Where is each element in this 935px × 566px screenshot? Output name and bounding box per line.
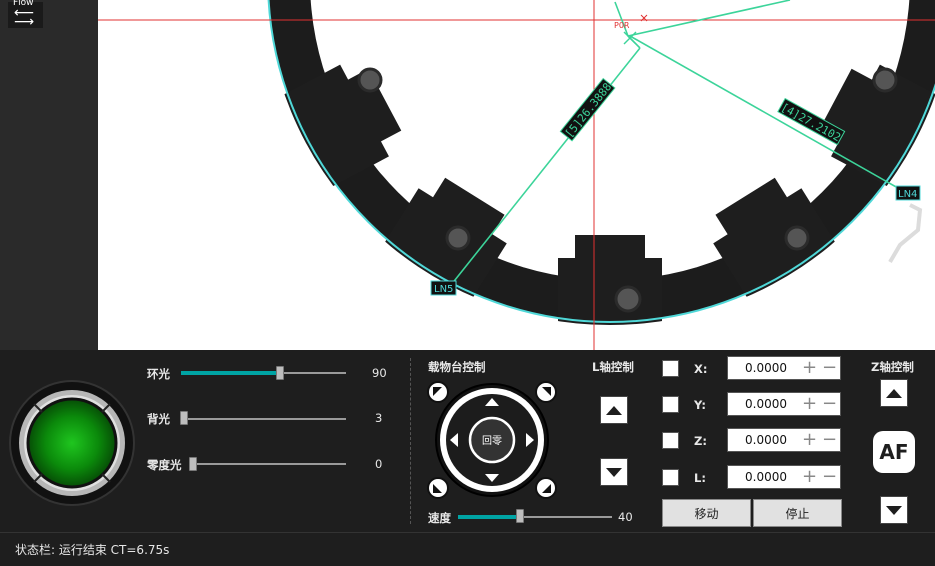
camera-viewer[interactable]: P0R [5]26.3888 [4]27.2102 LN5 LN4 Flow ⟵… bbox=[0, 0, 935, 350]
l-axis-input[interactable]: 0.0000 + − bbox=[727, 465, 841, 489]
ring-light-thumb[interactable] bbox=[276, 366, 284, 380]
stage-dpad[interactable]: 回零 bbox=[427, 378, 559, 502]
x-increment-button[interactable]: + bbox=[802, 357, 817, 379]
autofocus-button[interactable]: AF bbox=[873, 431, 915, 473]
ring-light-fill bbox=[181, 371, 280, 375]
l-axis-checkbox[interactable] bbox=[662, 469, 679, 486]
move-button[interactable]: 移动 bbox=[662, 499, 751, 527]
y-axis-input[interactable]: 0.0000 + − bbox=[727, 392, 841, 416]
ring-light-label: 环光 bbox=[147, 367, 170, 381]
zero-light-slider[interactable] bbox=[193, 463, 346, 465]
z-axis-value: 0.0000 bbox=[745, 433, 787, 447]
left-side-panel bbox=[0, 0, 98, 350]
stage-control-title: 载物台控制 bbox=[428, 360, 486, 374]
panel-divider bbox=[410, 358, 411, 524]
y-increment-button[interactable]: + bbox=[802, 393, 817, 415]
z-axis-down-button[interactable] bbox=[880, 496, 908, 524]
l-axis-title: L轴控制 bbox=[592, 360, 634, 374]
x-axis-checkbox[interactable] bbox=[662, 360, 679, 377]
back-light-thumb[interactable] bbox=[180, 411, 188, 425]
swap-arrows-icon: ⟵ ⟶ bbox=[14, 5, 35, 30]
status-bar: 状态栏: 运行结束 CT=6.75s bbox=[0, 532, 935, 566]
l-axis-down-button[interactable] bbox=[600, 458, 628, 486]
x-axis-value: 0.0000 bbox=[745, 361, 787, 375]
z-axis-checkbox[interactable] bbox=[662, 432, 679, 449]
arrow-down-icon bbox=[886, 505, 902, 515]
x-decrement-button[interactable]: − bbox=[822, 357, 837, 379]
z-axis-input[interactable]: 0.0000 + − bbox=[727, 428, 841, 452]
x-axis-label: X: bbox=[694, 362, 708, 376]
light-indicator bbox=[9, 380, 135, 506]
zero-light-label: 零度光 bbox=[147, 458, 182, 472]
z-decrement-button[interactable]: − bbox=[822, 429, 837, 451]
x-axis-input[interactable]: 0.0000 + − bbox=[727, 356, 841, 380]
y-decrement-button[interactable]: − bbox=[822, 393, 837, 415]
arrow-down-icon bbox=[606, 467, 622, 477]
home-button-label: 回零 bbox=[482, 435, 502, 447]
camera-image: P0R [5]26.3888 [4]27.2102 LN5 LN4 bbox=[98, 0, 935, 350]
y-axis-value: 0.0000 bbox=[745, 397, 787, 411]
arrow-up-icon bbox=[886, 388, 902, 398]
ln4-label: LN4 bbox=[898, 189, 917, 200]
status-text: 状态栏: 运行结束 CT=6.75s bbox=[15, 543, 170, 557]
l-decrement-button[interactable]: − bbox=[822, 466, 837, 488]
flow-toggle-button[interactable]: Flow ⟵ ⟶ bbox=[8, 0, 43, 30]
back-light-label: 背光 bbox=[147, 412, 170, 426]
speed-fill bbox=[458, 515, 520, 519]
speed-label: 速度 bbox=[428, 511, 451, 525]
stop-button[interactable]: 停止 bbox=[753, 499, 842, 527]
y-axis-checkbox[interactable] bbox=[662, 396, 679, 413]
z-axis-title: Z轴控制 bbox=[871, 360, 914, 374]
z-axis-up-button[interactable] bbox=[880, 379, 908, 407]
back-light-slider[interactable] bbox=[181, 418, 346, 420]
marker-p0r: P0R bbox=[614, 21, 630, 30]
z-axis-label: Z: bbox=[694, 434, 707, 448]
ring-light-value: 90 bbox=[372, 366, 387, 380]
l-increment-button[interactable]: + bbox=[802, 466, 817, 488]
zero-light-value: 0 bbox=[375, 457, 383, 471]
l-axis-value: 0.0000 bbox=[745, 470, 787, 484]
speed-value: 40 bbox=[618, 510, 633, 524]
y-axis-label: Y: bbox=[694, 398, 706, 412]
speed-thumb[interactable] bbox=[516, 509, 524, 523]
back-light-value: 3 bbox=[375, 411, 383, 425]
zero-light-thumb[interactable] bbox=[189, 457, 197, 471]
l-axis-label: L: bbox=[694, 471, 706, 485]
l-axis-up-button[interactable] bbox=[600, 396, 628, 424]
ln5-label: LN5 bbox=[434, 284, 453, 295]
arrow-up-icon bbox=[606, 405, 622, 415]
z-increment-button[interactable]: + bbox=[802, 429, 817, 451]
